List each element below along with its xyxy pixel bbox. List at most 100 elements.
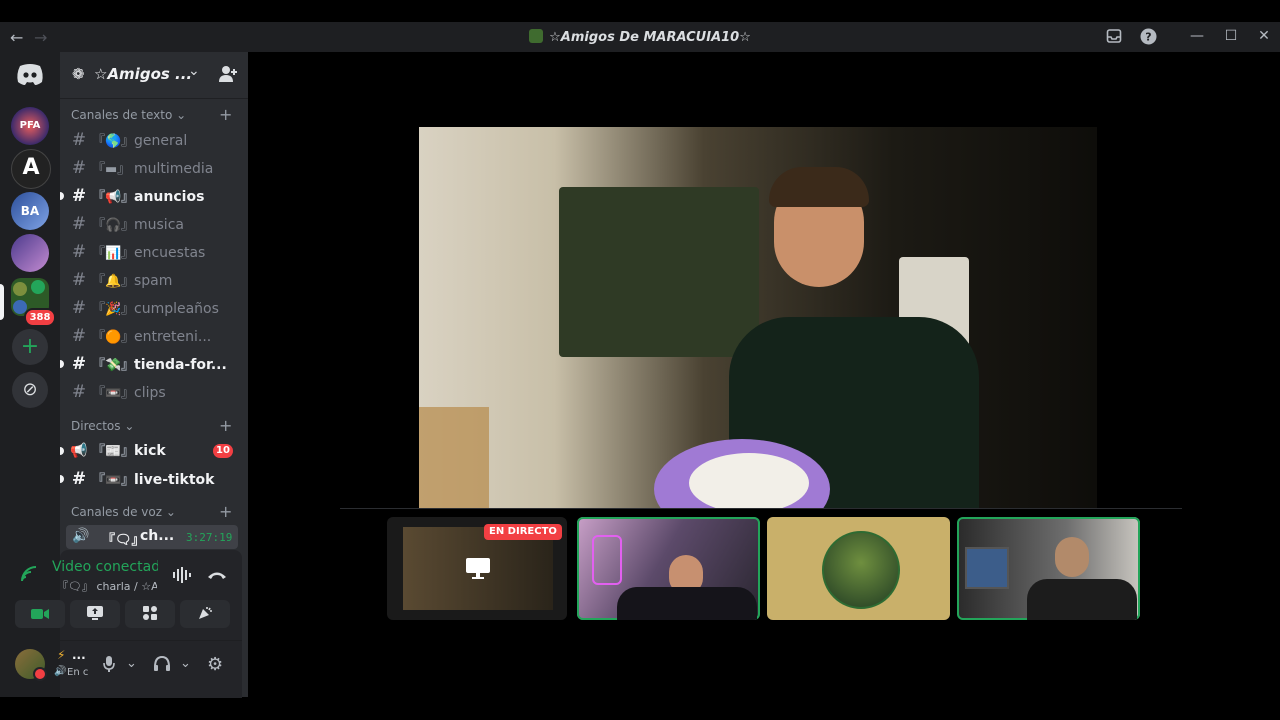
channel-emoji: 『💸』: [92, 358, 135, 373]
channel-name: multimedia: [134, 161, 214, 177]
server-header[interactable]: ❁ ☆Amigos ... ⌄: [60, 52, 248, 99]
channel-name: encuestas: [134, 245, 206, 261]
status-dnd-icon: [33, 667, 47, 681]
channel-encuestas[interactable]: # 『📊』encuestas: [66, 240, 238, 264]
channel-name: spam: [134, 273, 173, 289]
window-title: ☆Amigos De MARACUIA10☆: [0, 29, 1280, 45]
close-icon[interactable]: ✕: [1254, 28, 1274, 44]
hash-icon: #: [71, 242, 87, 262]
disconnect-icon[interactable]: [206, 566, 228, 584]
hash-icon: #: [71, 270, 87, 290]
server-a[interactable]: A: [11, 149, 51, 189]
gear-flower-icon: ❁: [72, 65, 85, 83]
channel-spam[interactable]: # 『🔔』spam: [66, 268, 238, 292]
screen-share-button[interactable]: [70, 600, 120, 628]
channel-emoji: 『📊』: [92, 246, 135, 261]
server-pfa[interactable]: PFA: [11, 107, 49, 145]
hash-icon: #: [71, 469, 87, 489]
channel-name: entreteni...: [134, 329, 212, 345]
megaphone-icon: 📢: [70, 443, 88, 459]
channel-emoji: 『🎧』: [92, 218, 135, 233]
hash-icon: #: [71, 214, 87, 234]
stage-divider: [340, 508, 1182, 509]
channel-emoji: 『📢』: [92, 190, 135, 205]
chevron-down-icon[interactable]: ⌄: [180, 656, 191, 671]
add-channel-icon[interactable]: +: [219, 502, 232, 521]
help-icon[interactable]: ?: [1138, 28, 1158, 49]
mention-badge: 388: [24, 308, 56, 327]
participant-tile-4[interactable]: [957, 517, 1140, 620]
channel-tienda[interactable]: # 『💸』tienda-for...: [66, 352, 238, 376]
top-strip: [0, 0, 1280, 22]
server-name: ☆Amigos ...: [94, 65, 193, 83]
category-directos[interactable]: Directos ⌄: [71, 419, 134, 433]
add-channel-icon[interactable]: +: [219, 416, 232, 435]
inbox-icon[interactable]: [1104, 28, 1124, 48]
live-badge: EN DIRECTO: [484, 524, 562, 540]
compass-icon[interactable]: ⊘: [12, 372, 48, 408]
participant-tile-2[interactable]: [577, 517, 760, 620]
discord-logo-icon[interactable]: [14, 62, 46, 86]
channel-musica[interactable]: # 『🎧』musica: [66, 212, 238, 236]
server-avatar-4[interactable]: [11, 234, 49, 272]
category-text-channels[interactable]: Canales de texto ⌄: [71, 108, 186, 122]
channel-multimedia[interactable]: # 『▬』 multimedia: [66, 156, 238, 180]
avatar[interactable]: [15, 649, 47, 681]
channel-emoji: 『▬』: [92, 162, 131, 177]
main-video-stream[interactable]: [419, 127, 1097, 508]
channel-emoji: 『📼』: [92, 386, 135, 401]
channel-emoji: 『📰』: [92, 444, 135, 459]
connection-signal-icon[interactable]: [20, 565, 40, 585]
channel-emoji: 『🌎』: [92, 134, 135, 149]
svg-text:?: ?: [1145, 31, 1151, 44]
category-label: Directos: [71, 419, 121, 433]
channel-name: tienda-for...: [134, 357, 227, 373]
add-member-icon[interactable]: [218, 65, 238, 85]
channel-name: kick: [134, 443, 166, 459]
gear-icon[interactable]: ⚙: [207, 654, 223, 675]
window-title-text: ☆Amigos De MARACUIA10☆: [549, 30, 751, 45]
add-channel-icon[interactable]: +: [219, 105, 232, 124]
user-name[interactable]: ...: [72, 648, 86, 662]
chevron-down-icon: ⌄: [176, 108, 187, 122]
channel-emoji: 『🎉』: [92, 302, 135, 317]
speaker-icon: 🔊: [72, 528, 90, 544]
unread-count-badge: 10: [213, 444, 233, 458]
channel-name: general: [134, 133, 188, 149]
channel-emoji: 『🗨』: [102, 533, 145, 548]
category-voice-channels[interactable]: Canales de voz ⌄: [71, 505, 176, 519]
screen-share-icon: [465, 557, 491, 579]
minimize-icon[interactable]: —: [1187, 28, 1207, 44]
speaker-small-icon: 🔊: [54, 666, 67, 677]
channel-anuncios[interactable]: # 『📢』anuncios: [66, 184, 238, 208]
channel-name: live-tiktok: [134, 472, 215, 488]
camera-button[interactable]: [15, 600, 65, 628]
selected-server-indicator: [0, 284, 4, 320]
noise-suppression-icon[interactable]: [172, 566, 192, 584]
hash-icon: #: [71, 382, 87, 402]
channel-emoji: 『🔔』: [92, 274, 135, 289]
voice-status-subtitle[interactable]: 『🗨』 charla / ☆A...: [57, 578, 157, 594]
channel-emoji: 『📼』: [92, 473, 135, 488]
channel-name: cumpleaños: [134, 301, 219, 317]
server-icon: [529, 29, 544, 43]
channel-clips[interactable]: # 『📼』clips: [66, 380, 238, 404]
soundboard-button[interactable]: [180, 600, 230, 628]
user-status: En c: [67, 667, 89, 678]
channel-entretenimiento[interactable]: # 『🟠』entreteni...: [66, 324, 238, 348]
voice-channel-charla[interactable]: 🔊 『🗨』 ch... 3:27:19: [66, 525, 238, 549]
server-buenos-aires-rp[interactable]: BA: [11, 192, 49, 230]
channel-live-tiktok[interactable]: # 『📼』live-tiktok: [66, 467, 238, 491]
headphones-icon[interactable]: [153, 655, 171, 673]
category-label: Canales de texto: [71, 108, 173, 122]
channel-cumpleanos[interactable]: # 『🎉』cumpleaños: [66, 296, 238, 320]
maximize-icon[interactable]: ☐: [1221, 28, 1241, 44]
activities-button[interactable]: [125, 600, 175, 628]
channel-general[interactable]: # 『🌎』general: [66, 128, 238, 152]
chevron-down-icon[interactable]: ⌄: [126, 656, 137, 671]
channel-name: musica: [134, 217, 184, 233]
microphone-icon[interactable]: [102, 655, 118, 673]
participant-tile-3[interactable]: [767, 517, 950, 620]
plus-icon[interactable]: +: [12, 329, 48, 365]
server-abbr: A: [22, 155, 40, 180]
